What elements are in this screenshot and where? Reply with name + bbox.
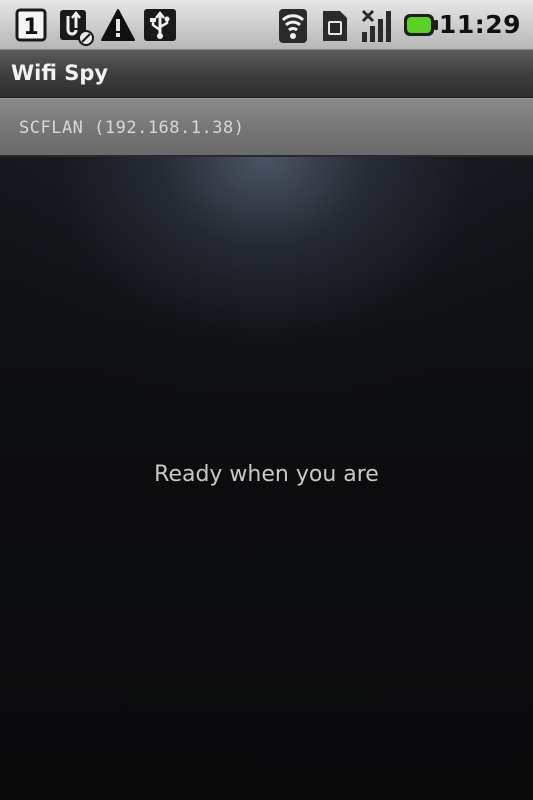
- title-bar: Wifi Spy: [0, 50, 533, 98]
- warning-icon: [100, 8, 136, 42]
- network-header[interactable]: SCFLAN (192.168.1.38): [0, 98, 533, 157]
- phone-screen: 1 11:29 Wifi Spy SCFLAN (192.168.1.38) R…: [0, 0, 533, 800]
- app-title: Wifi Spy: [11, 61, 109, 85]
- wifi-signal-icon: [278, 8, 308, 43]
- battery-level-fill: [407, 17, 431, 33]
- scan-content-area: Ready when you are: [0, 157, 533, 800]
- status-time: 11:29: [438, 10, 521, 39]
- notification-count-icon: 1: [15, 8, 47, 42]
- usb-icon: [143, 8, 177, 42]
- usb-debugging-icon: [58, 8, 96, 46]
- cell-signal-icon: [360, 8, 394, 42]
- status-message: Ready when you are: [154, 462, 379, 487]
- notification-count: 1: [23, 15, 38, 40]
- network-label: SCFLAN (192.168.1.38): [19, 118, 245, 138]
- sim-card-icon: [320, 8, 350, 42]
- status-bar: 1 11:29: [0, 0, 533, 50]
- battery-icon: [402, 8, 440, 42]
